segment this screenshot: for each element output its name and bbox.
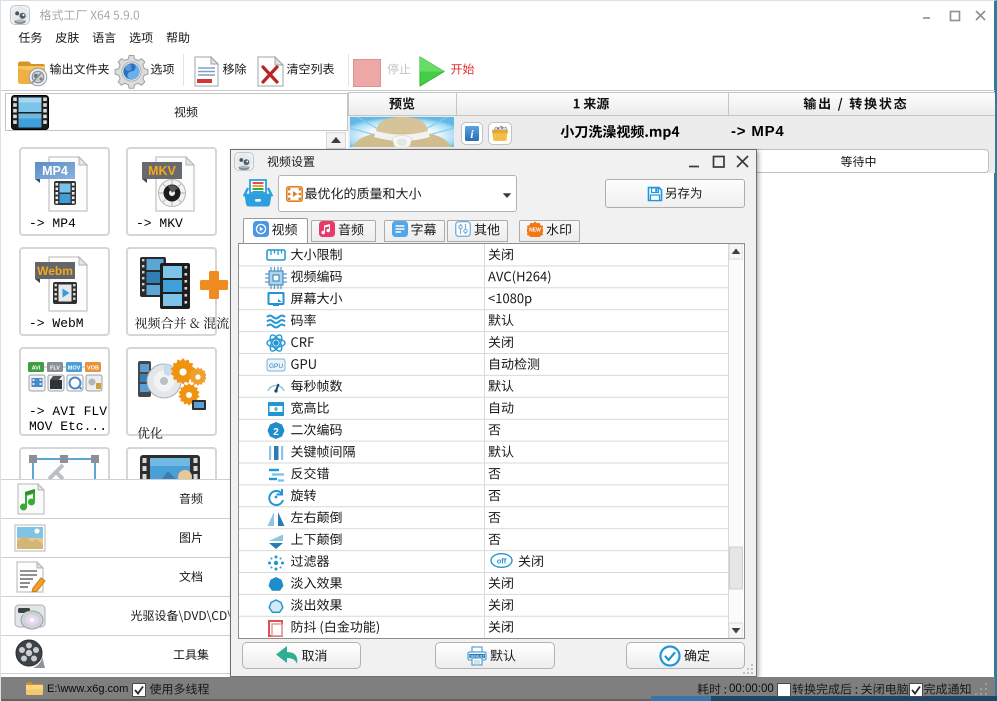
svg-text:NEW: NEW (529, 228, 541, 234)
svg-text:MOV: MOV (68, 366, 81, 372)
svg-text:off: off (497, 557, 507, 566)
svg-text:FLV: FLV (50, 366, 60, 372)
svg-text:2: 2 (273, 427, 279, 438)
svg-text:MP4: MP4 (42, 164, 68, 178)
svg-text:VOB: VOB (87, 366, 99, 372)
svg-text:GPU: GPU (269, 363, 283, 370)
svg-text:AVI: AVI (32, 366, 41, 372)
svg-text:MKV: MKV (148, 164, 176, 178)
svg-text:Webm: Webm (37, 264, 73, 278)
